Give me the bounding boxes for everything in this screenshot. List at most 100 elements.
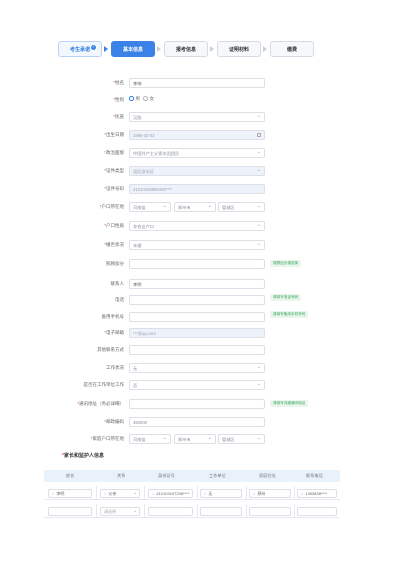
step-5[interactable]: 缴费 (270, 41, 314, 57)
postcode-label: *邮政编码 (104, 419, 124, 424)
marital-select[interactable]: 未婚 (129, 240, 265, 250)
ethnic-select[interactable]: 汉族 (129, 112, 265, 122)
email-label: *电子邮箱 (104, 330, 124, 335)
th-phone: 联系电话 (306, 473, 323, 478)
row-marital: *婚否状况 未婚 (0, 240, 400, 250)
birthday-label: *出生日期 (104, 132, 124, 137)
step-5-label: 缴费 (286, 46, 297, 53)
row-address: *通讯地址（务必详细） 请填写详细通讯地址 (0, 399, 400, 409)
backup-phone-tip: 请填写备用手机号码 (270, 311, 309, 318)
is-working-label: 是否在工作单位工作 (83, 382, 125, 387)
address-label: *通讯地址（务必详细） (77, 401, 124, 406)
row-id-type: *证件类型 居民身份证 (0, 166, 400, 176)
family-relation-select[interactable]: 请选择 (100, 507, 140, 516)
row-residence: *户口所在地 河南省 郑州市 管城区 (0, 202, 400, 212)
family-phone-input[interactable] (297, 507, 337, 516)
name-label: *姓名 (113, 80, 124, 85)
residence-type-select[interactable]: 非农业户口 (129, 221, 265, 231)
table-row: 请选择 (44, 504, 340, 518)
residence-district-select[interactable]: 管城区 (218, 202, 265, 212)
arrow-right-icon (104, 46, 108, 52)
step-4-label: 证明材料 (228, 46, 249, 53)
phone-label: 电话 (115, 297, 124, 302)
step-1-label: 考生承诺 (69, 46, 90, 53)
residence-province-select[interactable]: 河南省 (129, 202, 171, 212)
residence-label: *户口所在地 (99, 204, 124, 209)
name-input[interactable]: 李响 (129, 78, 265, 88)
contact-label: 联系人 (110, 281, 125, 286)
family-work-input[interactable]: × 无 (200, 489, 242, 498)
work-status-select[interactable]: 无 (129, 363, 265, 373)
residence-city-select[interactable]: 郑州市 (174, 202, 216, 212)
row-phone: 电话 请填写电话号码 (0, 294, 400, 305)
row-is-working: 是否在工作单位工作 否 (0, 380, 400, 390)
id-type-label: *证件类型 (104, 168, 124, 173)
row-name: *姓名 李响 (0, 78, 400, 88)
row-extra-points: 照顾加分 照顾加分请选择 (0, 259, 400, 269)
phone-input[interactable] (129, 295, 265, 305)
row-id-number: *证件号码 41010319980303**** (0, 184, 400, 194)
home-province-select[interactable]: 河南省 (129, 434, 171, 444)
family-name-input[interactable] (48, 507, 92, 516)
row-work-status: 工作状况 无 (0, 363, 400, 373)
family-address-input[interactable]: × 郑州 (249, 489, 291, 498)
row-ethnic: *民族 汉族 (0, 112, 400, 122)
birthday-input[interactable]: 1998-03-03 (129, 130, 265, 140)
address-tip: 请填写详细通讯地址 (270, 400, 309, 407)
phone-tip: 请填写电话号码 (270, 294, 302, 301)
th-address: 家庭住址 (259, 473, 276, 478)
family-table-header: 姓名 关系 身份证号 工作单位 家庭住址 联系电话 (44, 470, 340, 482)
backup-phone-label: 备用手机号 (101, 314, 125, 319)
row-birthday: *出生日期 1998-03-03 (0, 130, 400, 140)
th-relation: 关系 (117, 473, 126, 478)
row-contact: 联系人 李明 (0, 279, 400, 289)
step-bar: 考生承诺 ✓ 基本信息 报考信息 证明材料 缴费 (58, 41, 316, 57)
family-name-input[interactable]: × 李明 (48, 489, 92, 498)
step-2[interactable]: 基本信息 (111, 41, 155, 57)
backup-phone-input[interactable] (129, 312, 265, 322)
row-politics: *政治面貌 中国共产主义青年团团员 (0, 148, 400, 158)
family-section-title: *家长和监护人信息 (62, 453, 104, 459)
family-work-input[interactable] (200, 507, 242, 516)
row-email: *电子邮箱 ***@qq.com (0, 328, 400, 338)
row-home-address: *家庭户口所在地 河南省 郑州市 管城区 (0, 434, 400, 444)
family-address-input[interactable] (249, 507, 291, 516)
home-address-label: *家庭户口所在地 (90, 436, 124, 441)
calendar-icon (257, 133, 261, 137)
check-icon: ✓ (91, 45, 96, 50)
gender-female-radio[interactable]: 女 (143, 96, 154, 102)
extra-points-label: 照顾加分 (106, 261, 124, 266)
arrow-right-icon (210, 46, 214, 52)
postcode-input[interactable]: 450000 (129, 417, 265, 427)
is-working-select[interactable]: 否 (129, 380, 265, 390)
row-backup-phone: 备用手机号 请填写备用手机号码 (0, 311, 400, 322)
residence-type-label: *户口性质 (104, 223, 124, 228)
politics-select[interactable]: 中国共产主义青年团团员 (129, 148, 265, 158)
family-phone-input[interactable]: × 1393838**** (297, 489, 337, 498)
address-input[interactable] (129, 399, 265, 409)
row-residence-type: *户口性质 非农业户口 (0, 221, 400, 231)
step-3[interactable]: 报考信息 (164, 41, 208, 57)
step-1[interactable]: 考生承诺 ✓ (58, 41, 102, 57)
politics-label: *政治面貌 (104, 150, 124, 155)
gender-label: *性别 (113, 97, 124, 102)
arrow-right-icon (263, 46, 267, 52)
row-postcode: *邮政编码 450000 (0, 417, 400, 427)
extra-points-tip: 照顾加分请选择 (270, 260, 302, 267)
step-3-label: 报考信息 (175, 46, 196, 53)
gender-male-radio[interactable]: 男 (129, 96, 140, 102)
id-type-select[interactable]: 居民身份证 (129, 166, 265, 176)
other-contact-input[interactable] (129, 345, 265, 355)
contact-input[interactable]: 李明 (129, 279, 265, 289)
family-relation-select[interactable]: × 父亲 (100, 489, 140, 498)
step-4[interactable]: 证明材料 (217, 41, 261, 57)
extra-points-input[interactable] (129, 259, 265, 269)
row-other-contact: 其他联系方式 (0, 345, 400, 355)
email-input[interactable]: ***@qq.com (129, 328, 265, 338)
family-id-input[interactable]: × 410103197208**** (148, 489, 193, 498)
id-number-input[interactable]: 41010319980303**** (129, 184, 265, 194)
home-city-select[interactable]: 郑州市 (174, 434, 216, 444)
family-id-input[interactable] (148, 507, 193, 516)
arrow-right-icon (157, 46, 161, 52)
home-district-select[interactable]: 管城区 (218, 434, 265, 444)
